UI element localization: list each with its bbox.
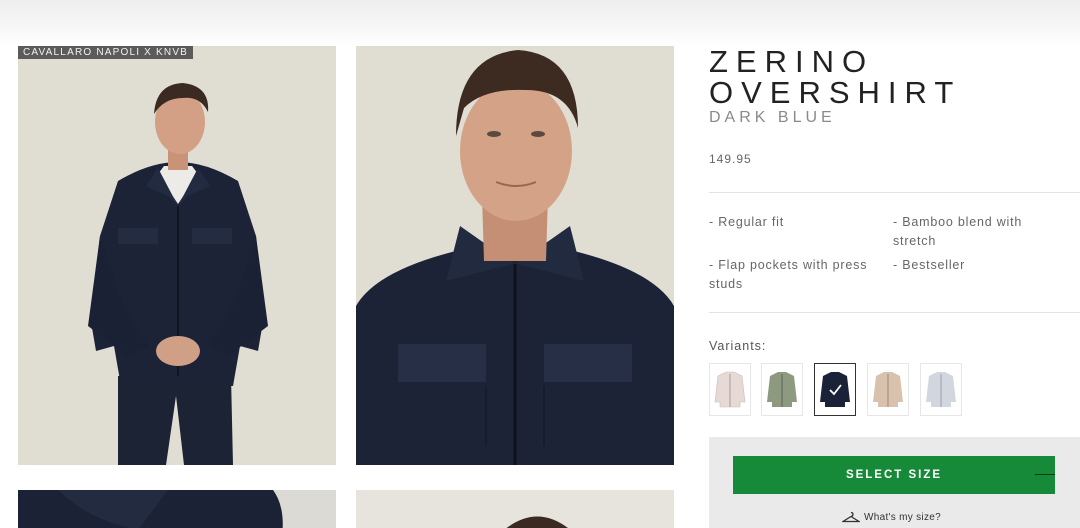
divider (709, 192, 1080, 193)
variant-jacket-icon (926, 372, 956, 407)
feature-item: - Bestseller (893, 258, 966, 272)
product-photo-detail[interactable] (18, 490, 336, 528)
product-photo-closeup[interactable] (356, 46, 674, 465)
product-photo-back[interactable] (356, 490, 674, 528)
divider (709, 312, 1080, 313)
product-color-name: DARK BLUE (709, 109, 836, 126)
variant-jacket-icon (873, 372, 903, 407)
product-title: ZERINO OVERSHIRT (709, 44, 962, 110)
select-size-button[interactable]: SELECT SIZE (733, 456, 1055, 494)
hanger-icon (842, 511, 860, 523)
feature-item: - Flap pockets with press studs (709, 258, 868, 291)
collab-badge: CAVALLARO NAPOLI X KNVB (18, 46, 194, 59)
product-price: 149.95 (709, 152, 752, 166)
size-guide-link[interactable]: What's my size? (842, 511, 941, 523)
feature-item: - Bamboo blend with stretch (893, 215, 1023, 248)
header-bar (0, 0, 1080, 46)
variant-jacket-icon (767, 372, 797, 407)
select-size-arrow-icon (1035, 474, 1055, 475)
variant-swatch-dark-blue[interactable] (814, 363, 856, 416)
product-photo-full[interactable] (18, 46, 336, 465)
variant-swatch-light-grey[interactable] (920, 363, 962, 416)
variants-label: Variants: (709, 339, 767, 353)
feature-item: - Regular fit (709, 215, 785, 229)
variant-swatch-beige[interactable] (867, 363, 909, 416)
variant-jacket-icon (820, 372, 850, 407)
variant-jacket-icon (714, 371, 746, 408)
variant-swatch-sage-green[interactable] (761, 363, 803, 416)
size-guide-label: What's my size? (864, 511, 941, 523)
variant-swatch-light-pink[interactable] (709, 363, 751, 416)
